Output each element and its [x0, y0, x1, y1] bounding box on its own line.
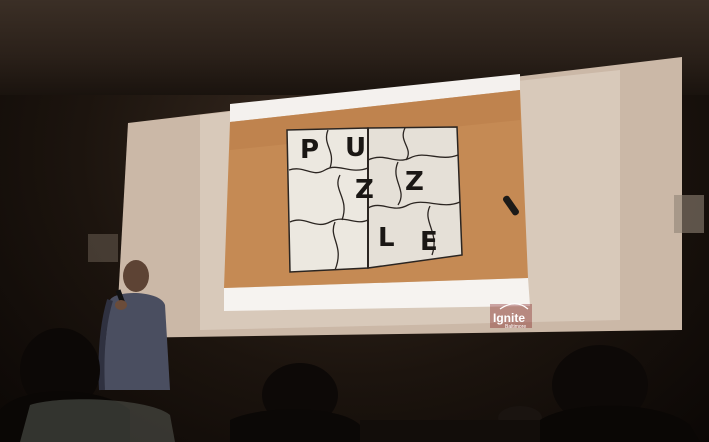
letter-z-1: Z — [355, 175, 374, 205]
letter-e: E — [420, 227, 438, 257]
letter-p: P — [300, 135, 319, 165]
projection-screen: P U Z Z L E Ignite Baltimore — [0, 57, 704, 442]
wall-sign — [674, 195, 704, 233]
logo-brand: Ignite — [493, 311, 525, 325]
wall-frame-left — [88, 234, 118, 262]
letter-z-2: Z — [405, 167, 424, 197]
logo-subtitle: Baltimore — [505, 324, 526, 330]
ignite-logo: Ignite Baltimore — [490, 303, 532, 330]
letter-u: U — [345, 133, 366, 163]
letter-l: L — [378, 223, 395, 253]
presentation-scene: P U Z Z L E Ignite Baltimore — [0, 0, 709, 442]
puzzle-notebook: P U Z Z L E — [286, 126, 463, 273]
